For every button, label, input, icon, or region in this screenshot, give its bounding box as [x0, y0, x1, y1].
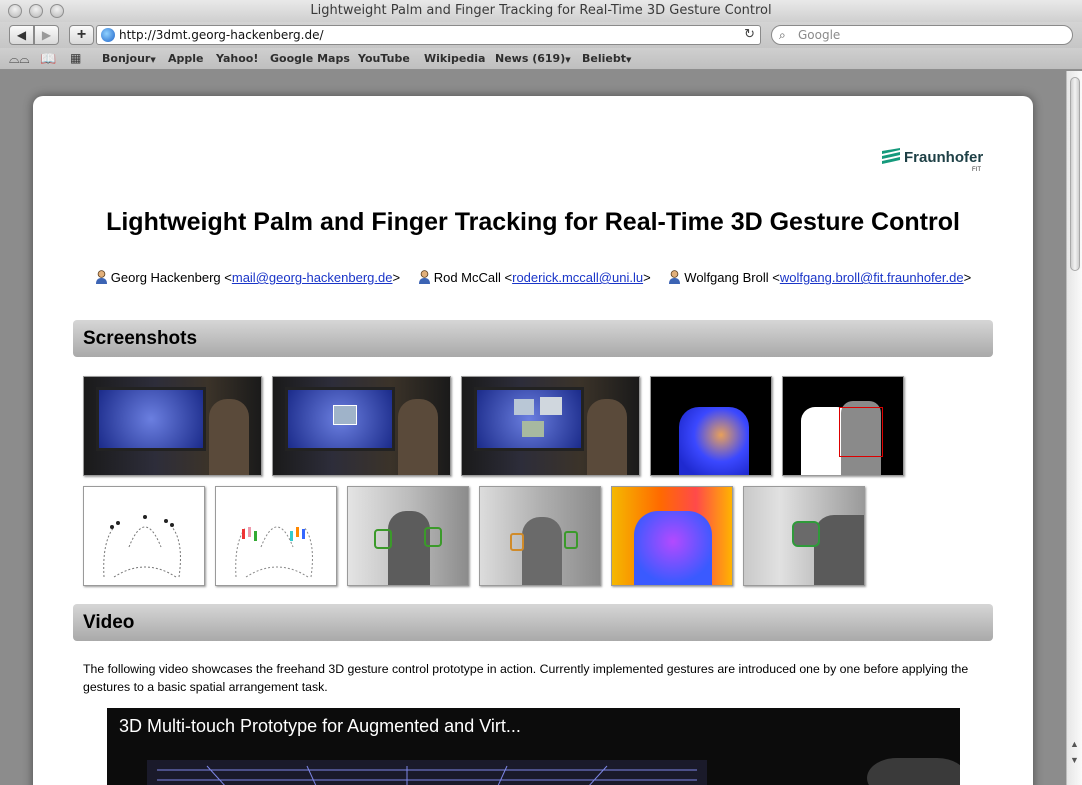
browser-toolbar: ◀ ▶ + http://3dmt.georg-hackenberg.de/ ↻…	[0, 22, 1082, 48]
screenshot-blue-depth[interactable]	[650, 376, 772, 476]
video-player[interactable]: 3D Multi-touch Prototype for Augmented a…	[107, 708, 960, 785]
author-rod: Rod McCall <roderick.mccall@uni.lu>	[418, 270, 651, 285]
author-wolfgang: Wolfgang Broll <wolfgang.broll@fit.fraun…	[668, 270, 971, 285]
zoom-window-button[interactable]	[50, 4, 64, 18]
section-title: Screenshots	[83, 328, 198, 349]
screenshots-section-header: Screenshots	[73, 320, 993, 357]
vertical-scrollbar[interactable]: ▲ ▼	[1066, 71, 1082, 785]
bookmark-yahoo[interactable]: Yahoo!	[216, 52, 258, 65]
point-cloud-graphic	[103, 515, 181, 578]
back-arrow-icon: ◀	[16, 28, 27, 42]
bookmark-news[interactable]: News (619)▼	[495, 52, 571, 65]
section-title: Video	[83, 612, 135, 633]
screenshot-hands-grid[interactable]	[83, 376, 262, 476]
logo-subtitle: FIT	[972, 167, 981, 173]
page-title: Lightweight Palm and Finger Tracking for…	[106, 208, 960, 236]
scroll-down-icon[interactable]: ▼	[1070, 755, 1079, 765]
scroll-up-icon[interactable]: ▲	[1070, 739, 1079, 749]
video-section-header: Video	[73, 604, 993, 641]
reload-icon[interactable]: ↻	[744, 26, 755, 44]
reading-glasses-icon[interactable]: ⌓⌓	[9, 51, 30, 67]
bookmark-beliebt[interactable]: Beliebt▼	[582, 52, 631, 65]
authors-line: Georg Hackenberg <mail@georg-hackenberg.…	[73, 270, 993, 285]
minimize-window-button[interactable]	[29, 4, 43, 18]
colored-points-graphic	[235, 526, 313, 578]
author-email-link[interactable]: mail@georg-hackenberg.de	[232, 270, 393, 285]
screenshot-gray-tracking-1[interactable]	[347, 486, 469, 586]
screenshot-gray-tracking-2[interactable]	[479, 486, 601, 586]
grid-icon[interactable]: ▦	[70, 51, 81, 65]
screenshot-points-black[interactable]	[83, 486, 205, 586]
address-bar[interactable]: http://3dmt.georg-hackenberg.de/ ↻	[96, 25, 761, 45]
scrollbar-thumb[interactable]	[1070, 77, 1080, 271]
bookmark-youtube[interactable]: YouTube	[358, 52, 410, 65]
forward-button[interactable]: ▶	[34, 25, 59, 45]
author-email-link[interactable]: wolfgang.broll@fit.fraunhofer.de	[780, 270, 964, 285]
url-text: http://3dmt.georg-hackenberg.de/	[119, 28, 324, 42]
author-email-link[interactable]: roderick.mccall@uni.lu	[512, 270, 643, 285]
screenshot-side-view[interactable]	[743, 486, 865, 586]
close-window-button[interactable]	[8, 4, 22, 18]
video-description: The following video showcases the freeha…	[83, 662, 969, 694]
search-placeholder: Google	[798, 28, 841, 42]
globe-icon	[101, 28, 115, 42]
forward-arrow-icon: ▶	[41, 28, 52, 42]
person-icon	[95, 270, 107, 284]
bookmark-wikipedia[interactable]: Wikipedia	[424, 52, 485, 65]
search-input[interactable]: ⌕ Google	[771, 25, 1073, 45]
screenshot-segmentation[interactable]	[782, 376, 904, 476]
screenshot-photo-grab[interactable]	[272, 376, 451, 476]
screenshot-heatmap[interactable]	[611, 486, 733, 586]
fraunhofer-logo-mark-icon	[882, 148, 900, 164]
fraunhofer-logo: Fraunhofer FIT	[882, 148, 986, 178]
bookmarks-bar: ⌓⌓ 📖 ▦ Bonjour▼ Apple Yahoo! Google Maps…	[0, 48, 1082, 70]
bookmark-google-maps[interactable]: Google Maps	[270, 52, 350, 65]
plus-icon: +	[76, 26, 87, 43]
add-bookmark-button[interactable]: +	[69, 25, 94, 45]
screenshot-photo-arrangement[interactable]	[461, 376, 640, 476]
author-georg: Georg Hackenberg <mail@georg-hackenberg.…	[95, 270, 400, 285]
window-titlebar: Lightweight Palm and Finger Tracking for…	[0, 0, 1082, 22]
screenshot-points-colored[interactable]	[215, 486, 337, 586]
search-icon: ⌕	[779, 28, 786, 42]
bookmark-bonjour[interactable]: Bonjour▼	[102, 52, 156, 65]
back-button[interactable]: ◀	[9, 25, 34, 45]
person-icon	[669, 270, 681, 284]
logo-name: Fraunhofer	[904, 149, 984, 166]
bookmark-apple[interactable]: Apple	[168, 52, 204, 65]
video-title: 3D Multi-touch Prototype for Augmented a…	[119, 716, 521, 736]
window-title: Lightweight Palm and Finger Tracking for…	[310, 3, 772, 18]
person-icon	[418, 270, 430, 284]
book-icon[interactable]: 📖	[40, 51, 56, 67]
